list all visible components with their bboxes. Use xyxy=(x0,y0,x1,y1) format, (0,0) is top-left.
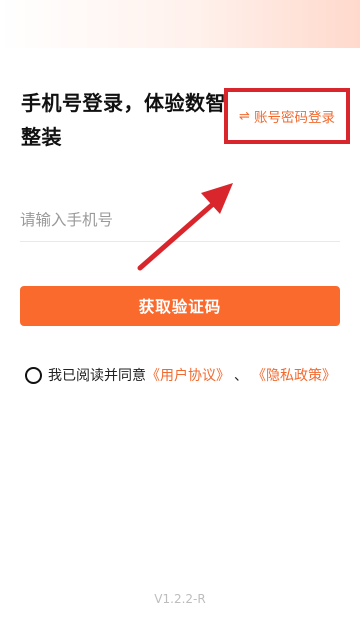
phone-number-input[interactable] xyxy=(20,198,340,242)
user-agreement-link[interactable]: 《用户协议》 xyxy=(146,365,230,385)
agreement-separator: 、 xyxy=(234,368,248,384)
top-gradient-banner xyxy=(0,0,360,48)
page-title: 手机号登录，体验数智整装 xyxy=(21,91,226,149)
swap-arrows-icon: ⇌ xyxy=(239,108,250,124)
account-password-login-label: 账号密码登录 xyxy=(253,110,335,126)
agreement-row: 我已阅读并同意 《用户协议》 、 《隐私政策》 xyxy=(25,363,336,387)
agreement-radio[interactable] xyxy=(25,366,42,384)
get-verification-code-button[interactable]: 获取验证码 xyxy=(20,286,340,326)
account-password-login-link[interactable]: ⇌ 账号密码登录 xyxy=(224,88,350,144)
privacy-policy-link[interactable]: 《隐私政策》 xyxy=(252,365,336,385)
app-version: V1.2.2-R xyxy=(154,592,206,606)
agreement-prefix: 我已阅读并同意 xyxy=(48,368,146,384)
